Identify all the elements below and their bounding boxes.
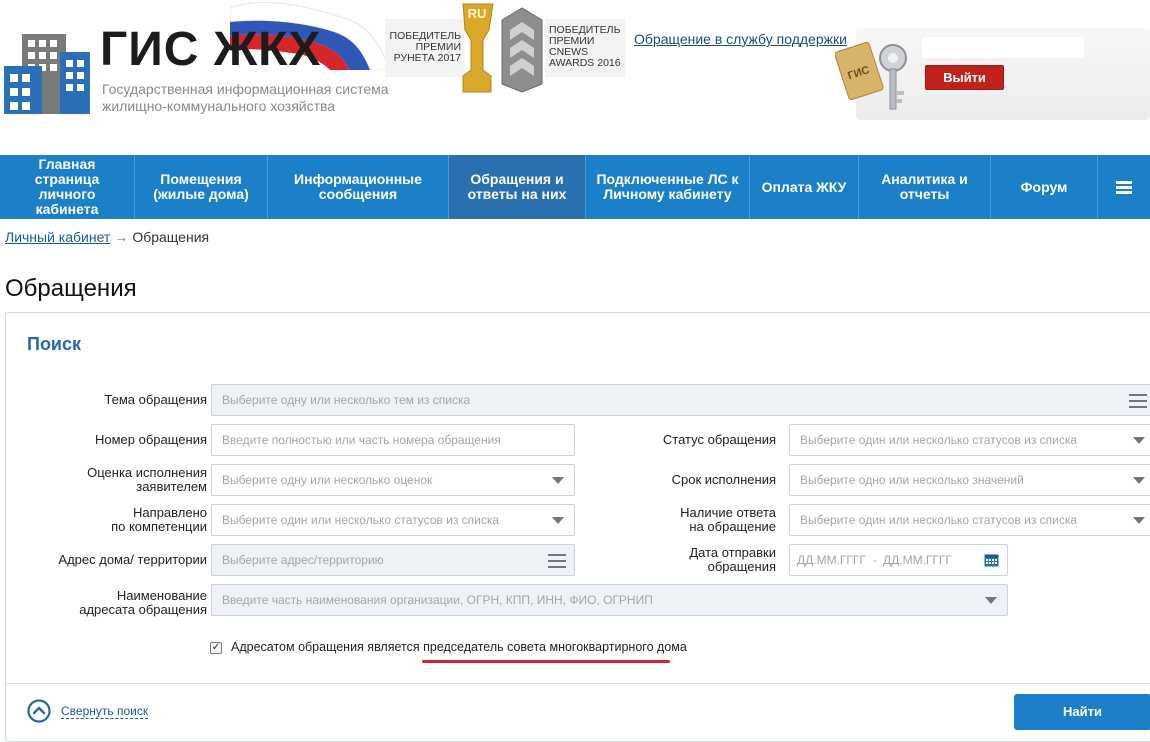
send-date-label: Дата отправки обращения	[689, 545, 776, 574]
nav-item-label: Оплата ЖКУ	[761, 178, 847, 195]
search-panel: Поиск Тема обращения Выберите одну или н…	[5, 312, 1150, 742]
competence-select[interactable]: Выберите один или несколько статусов из …	[211, 504, 575, 536]
status-placeholder: Выберите один или несколько статусов из …	[800, 433, 1078, 447]
answer-select[interactable]: Выберите один или несколько статусов из …	[789, 504, 1150, 536]
competence-label: Направлено по компетенции	[111, 505, 207, 534]
search-panel-title: Поиск	[27, 334, 82, 354]
chevron-down-icon[interactable]	[552, 517, 564, 524]
trophy-text: RU	[468, 6, 487, 21]
breadcrumb-arrow-icon: →	[114, 229, 129, 245]
site-header: ГИС ЖКХ Государственная информационная с…	[0, 0, 1150, 155]
date-separator: -	[873, 553, 877, 567]
breadcrumb-current: Обращения	[132, 229, 210, 245]
find-button[interactable]: Найти	[1014, 694, 1150, 730]
list-icon[interactable]	[548, 554, 566, 568]
deadline-select[interactable]: Выберите одно или несколько значений	[789, 464, 1150, 496]
award-cnews-badge: ПОБЕДИТЕЛЬ ПРЕМИИ CNEWS AWARDS 2016	[545, 19, 625, 77]
page-title: Обращения	[5, 275, 137, 302]
breadcrumb-home-link[interactable]: Личный кабинет	[5, 229, 110, 245]
award-runet-badge: ПОБЕДИТЕЛЬ ПРЕМИИ РУНЕТА 2017	[385, 19, 465, 77]
main-navigation: Главная страница личного кабинета Помеще…	[0, 155, 1150, 219]
addressee-label: Наименование адресата обращения	[79, 588, 207, 617]
number-label: Номер обращения	[94, 432, 207, 447]
site-logo-subtitle: Государственная информационная система ж…	[102, 81, 389, 114]
topic-placeholder: Выберите одну или несколько тем из списк…	[222, 393, 471, 407]
rating-label: Оценка исполнения заявителем	[87, 465, 207, 494]
nav-item-appeals[interactable]: Обращения и ответы на них	[449, 155, 586, 219]
support-request-link[interactable]: Обращение в службу поддержки	[634, 31, 847, 47]
nav-item-label: Обращения и ответы на них	[467, 171, 567, 202]
nav-item-premises[interactable]: Помещения (жилые дома)	[135, 155, 268, 219]
nav-item-label: Главная страница личного кабинета	[34, 156, 100, 217]
nav-item-label: Помещения (жилые дома)	[153, 171, 249, 202]
nav-item-forum[interactable]: Форум	[991, 155, 1098, 219]
breadcrumb: Личный кабинет → Обращения	[5, 229, 209, 245]
topic-select[interactable]: Выберите одну или несколько тем из списк…	[211, 384, 1150, 416]
nav-item-label: Форум	[1020, 178, 1068, 195]
answer-label: Наличие ответа на обращение	[680, 505, 776, 534]
nav-menu-button[interactable]	[1098, 155, 1150, 219]
chevron-up-circle-icon[interactable]	[27, 699, 51, 723]
logout-button[interactable]: Выйти	[925, 65, 1004, 90]
hamburger-icon	[1116, 180, 1132, 194]
divider	[6, 683, 1150, 684]
nav-item-label: Подключенные ЛС к Личному кабинету	[596, 171, 739, 202]
addressee-select[interactable]: Введите часть наименования организации, …	[211, 584, 1008, 616]
award-runet-text: ПОБЕДИТЕЛЬ ПРЕМИИ РУНЕТА 2017	[389, 30, 461, 64]
chairman-checkbox-label[interactable]: Адресатом обращения является председател…	[231, 640, 687, 654]
chevron-down-icon[interactable]	[1133, 477, 1145, 484]
chairman-checkbox[interactable]: ✓	[210, 642, 222, 654]
nav-item-label: Аналитика и отчеты	[881, 171, 968, 202]
highlight-underline	[422, 660, 670, 663]
collapse-search-link[interactable]: Свернуть поиск	[61, 704, 149, 719]
send-date-range[interactable]: ДД.ММ.ГГГГ - ДД.ММ.ГГГГ	[789, 544, 1008, 576]
addressee-placeholder: Введите часть наименования организации, …	[222, 593, 653, 607]
nav-item-label: Информационные сообщения	[294, 171, 422, 202]
address-placeholder: Выберите адрес/территорию	[222, 553, 384, 567]
user-name-field	[922, 37, 1084, 58]
address-select[interactable]: Выберите адрес/территорию	[211, 544, 575, 576]
deadline-placeholder: Выберите одно или несколько значений	[800, 473, 1024, 487]
competence-placeholder: Выберите один или несколько статусов из …	[222, 513, 500, 527]
building-icon	[4, 34, 90, 114]
award-cnews-text: ПОБЕДИТЕЛЬ ПРЕМИИ CNEWS AWARDS 2016	[549, 24, 621, 69]
answer-placeholder: Выберите один или несколько статусов из …	[800, 513, 1078, 527]
nav-item-payment[interactable]: Оплата ЖКУ	[750, 155, 859, 219]
silver-trophy-icon	[501, 7, 543, 93]
rating-placeholder: Выберите одну или несколько оценок	[222, 473, 433, 487]
chevron-down-icon[interactable]	[985, 597, 997, 604]
address-label: Адрес дома/ территории	[58, 552, 207, 567]
number-placeholder: Введите полностью или часть номера обращ…	[222, 433, 501, 447]
nav-item-linked-accounts[interactable]: Подключенные ЛС к Личному кабинету	[586, 155, 750, 219]
gold-trophy-icon: RU	[462, 3, 494, 93]
status-select[interactable]: Выберите один или несколько статусов из …	[789, 424, 1150, 456]
number-input[interactable]: Введите полностью или часть номера обращ…	[211, 424, 575, 456]
nav-item-info-messages[interactable]: Информационные сообщения	[268, 155, 449, 219]
date-to-placeholder[interactable]: ДД.ММ.ГГГГ	[883, 545, 952, 575]
keys-icon: ГИС	[835, 41, 907, 110]
nav-item-home[interactable]: Главная страница личного кабинета	[0, 155, 135, 219]
status-label: Статус обращения	[662, 432, 776, 447]
chevron-down-icon[interactable]	[1133, 517, 1145, 524]
calendar-icon[interactable]	[984, 553, 999, 567]
topic-label: Тема обращения	[104, 392, 207, 407]
rating-select[interactable]: Выберите одну или несколько оценок	[211, 464, 575, 496]
site-logo-title[interactable]: ГИС ЖКХ	[100, 24, 321, 76]
date-from-placeholder[interactable]: ДД.ММ.ГГГГ	[797, 545, 866, 575]
nav-item-analytics[interactable]: Аналитика и отчеты	[859, 155, 991, 219]
chevron-down-icon[interactable]	[552, 477, 564, 484]
list-icon[interactable]	[1129, 394, 1147, 408]
deadline-label: Срок исполнения	[671, 472, 776, 487]
chevron-down-icon[interactable]	[1133, 437, 1145, 444]
